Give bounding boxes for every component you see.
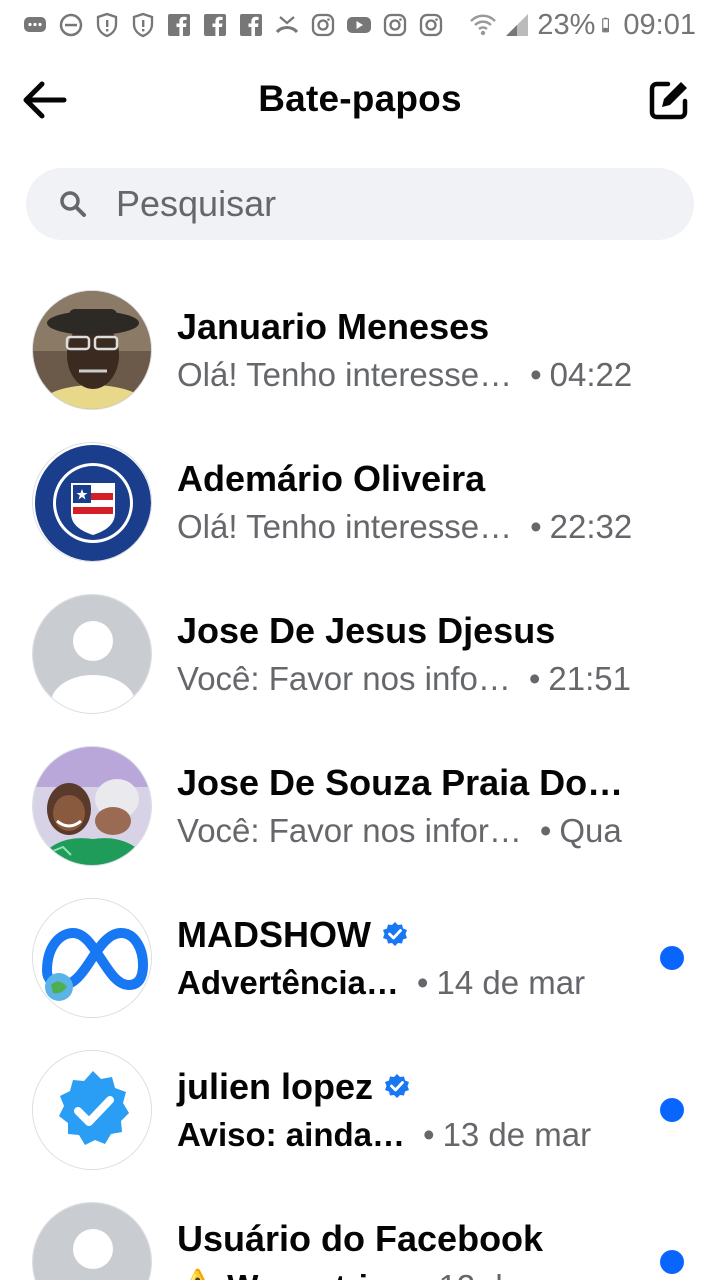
chat-item[interactable]: Jose De Souza Praia Do… Você: Favor nos …: [0, 736, 720, 888]
search-input[interactable]: [116, 183, 636, 225]
avatar: [32, 594, 152, 714]
avatar: [32, 290, 152, 410]
clock: 09:01: [623, 8, 696, 41]
facebook-icon: [238, 12, 264, 38]
verified-badge-icon: [383, 1073, 411, 1101]
chat-preview: Olá! Tenho interesse… • 22:32: [177, 508, 633, 545]
compose-icon: [649, 81, 688, 120]
message-time: 14 de mar: [436, 964, 586, 1001]
message-preview: Você: Favor nos info…: [177, 660, 511, 697]
avatar: [32, 1050, 152, 1170]
facebook-icon: [166, 12, 192, 38]
contact-name: Usuário do Facebook: [177, 1218, 544, 1259]
message-time: 13 de mar: [442, 1116, 592, 1153]
chat-item[interactable]: MADSHOW Advertência… • 14 de mar: [0, 888, 720, 1040]
wifi-icon: [470, 14, 497, 36]
message-time: 22:32: [549, 508, 633, 545]
youtube-icon: [346, 12, 372, 38]
contact-name: julien lopez: [177, 1066, 374, 1107]
verified-badge-avatar: [33, 1051, 151, 1169]
contact-name: MADSHOW: [177, 914, 371, 955]
default-avatar-icon: [33, 1203, 151, 1280]
message-preview: Advertência…: [177, 964, 399, 1001]
unread-indicator: [660, 1250, 684, 1274]
shield-icon: [94, 12, 120, 38]
missed-call-icon: [274, 12, 300, 38]
chat-item[interactable]: Ademário Oliveira Olá! Tenho interesse… …: [0, 432, 720, 584]
message-preview: Aviso: ainda…: [177, 1116, 405, 1153]
contact-name: Januario Meneses: [177, 306, 490, 347]
minus-circle-icon: [58, 12, 84, 38]
system-status: 23% 09:01: [469, 0, 696, 50]
message-time: 12 de mar: [438, 1268, 587, 1280]
photo-man-hat-avatar: [33, 291, 151, 409]
instagram-icon: [310, 12, 336, 38]
avatar: [32, 442, 152, 562]
contact-name: Jose De Jesus Djesus: [177, 610, 556, 651]
chat-preview: ⚠️ We restri… • 12 de mar: [177, 1268, 587, 1280]
compose-button[interactable]: [648, 79, 690, 121]
verified-badge-icon: [381, 921, 409, 949]
messenger-icon: [22, 12, 48, 38]
search-bar[interactable]: [26, 168, 694, 240]
instagram-icon: [382, 12, 408, 38]
contact-name: Ademário Oliveira: [177, 458, 486, 499]
battery-icon: [602, 17, 610, 33]
message-time: 04:22: [549, 356, 633, 393]
message-preview: Você: Favor nos infor…: [177, 812, 522, 849]
chat-item[interactable]: Januario Meneses Olá! Tenho interesse… •…: [0, 280, 720, 432]
meta-logo-avatar: [33, 899, 151, 1017]
esporte-clube-bahia-logo: [33, 443, 151, 561]
avatar: [32, 898, 152, 1018]
default-avatar-icon: [33, 595, 151, 713]
chat-preview: Advertência… • 14 de mar: [177, 964, 586, 1001]
header: Bate-papos: [0, 60, 720, 140]
chat-preview: Você: Favor nos info… • 21:51: [177, 660, 631, 697]
signal-icon: [506, 14, 529, 36]
contact-name: Jose De Souza Praia Do…: [177, 762, 624, 803]
chat-preview: Você: Favor nos infor… • Qua: [177, 812, 622, 849]
message-preview: Olá! Tenho interesse…: [177, 356, 513, 393]
message-preview: Olá! Tenho interesse…: [177, 508, 513, 545]
message-time: Qua: [559, 812, 622, 849]
avatar: [32, 1202, 152, 1280]
notification-icons: [22, 12, 444, 38]
unread-indicator: [660, 946, 684, 970]
chat-list: Januario Meneses Olá! Tenho interesse… •…: [0, 280, 720, 1280]
chat-item[interactable]: julien lopez Aviso: ainda… • 13 de mar: [0, 1040, 720, 1192]
chat-name: MADSHOW: [177, 914, 409, 956]
photo-couple-avatar: [33, 747, 151, 865]
chat-name: Jose De Jesus Djesus: [177, 610, 555, 652]
chat-name: Ademário Oliveira: [177, 458, 485, 500]
chat-item[interactable]: Usuário do Facebook ⚠️ We restri… • 12 d…: [0, 1192, 720, 1280]
unread-indicator: [660, 1098, 684, 1122]
chat-preview: Olá! Tenho interesse… • 04:22: [177, 356, 633, 393]
battery-percentage: 23%: [537, 8, 596, 41]
chat-name: Jose De Souza Praia Do…: [177, 762, 623, 804]
chat-preview: Aviso: ainda… • 13 de mar: [177, 1116, 592, 1153]
instagram-icon: [418, 12, 444, 38]
message-time: 21:51: [548, 660, 631, 697]
chat-name: Usuário do Facebook: [177, 1218, 543, 1260]
chat-item[interactable]: Jose De Jesus Djesus Você: Favor nos inf…: [0, 584, 720, 736]
facebook-icon: [202, 12, 228, 38]
chat-name: julien lopez: [177, 1066, 411, 1108]
page-title: Bate-papos: [258, 78, 462, 119]
status-bar: 23% 09:01: [0, 0, 720, 50]
message-preview: ⚠️ We restri…: [177, 1268, 401, 1280]
avatar: [32, 746, 152, 866]
search-icon: [60, 191, 86, 217]
chat-name: Januario Meneses: [177, 306, 489, 348]
shield-icon: [130, 12, 156, 38]
